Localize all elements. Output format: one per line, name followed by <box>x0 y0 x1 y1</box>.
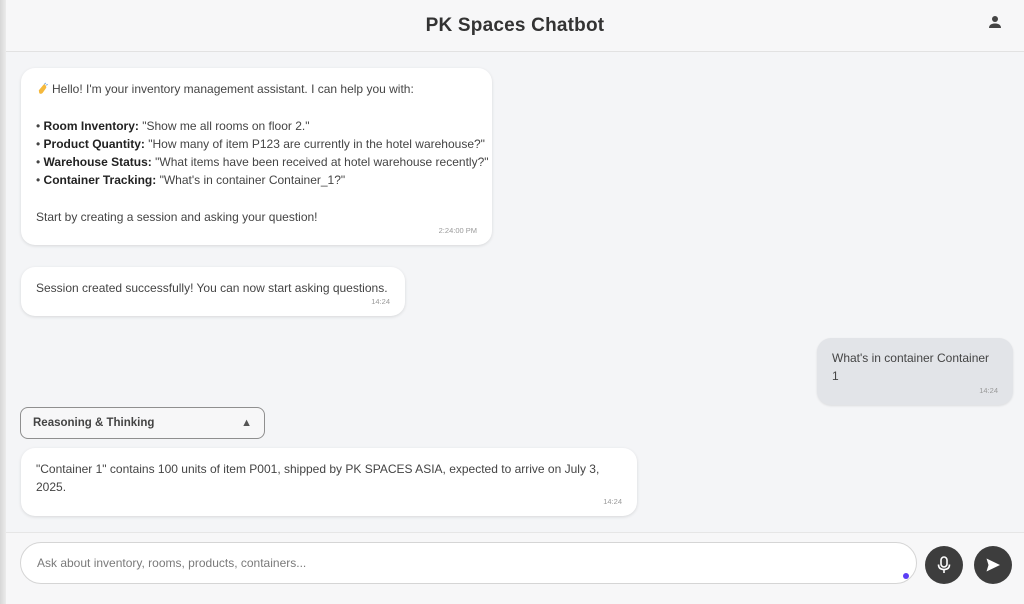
user-message: What's in container Container 1 14:24 <box>817 338 1013 405</box>
bot-answer-message: "Container 1" contains 100 units of item… <box>21 448 637 516</box>
capability-item: • Container Tracking: "What's in contain… <box>36 173 346 188</box>
user-message-text: What's in container Container 1 <box>832 351 990 384</box>
message-input[interactable] <box>20 542 917 584</box>
capability-item: • Product Quantity: "How many of item P1… <box>36 136 485 151</box>
reasoning-toggle-button[interactable]: Reasoning & Thinking ▲ <box>20 407 265 439</box>
welcome-intro-text: Hello! I'm your inventory management ass… <box>52 82 414 96</box>
message-timestamp: 14:24 <box>603 496 622 506</box>
answer-message-text: "Container 1" contains 100 units of item… <box>36 462 600 495</box>
microphone-button[interactable] <box>925 546 963 584</box>
user-icon[interactable] <box>988 15 1002 29</box>
app-header: PK Spaces Chatbot <box>6 0 1024 52</box>
bot-welcome-message: Hello! I'm your inventory management ass… <box>21 68 492 246</box>
message-timestamp: 14:24 <box>979 385 998 395</box>
welcome-outro-text: Start by creating a session and asking y… <box>36 210 318 225</box>
capability-item: • Room Inventory: "Show me all rooms on … <box>36 118 310 133</box>
bot-session-message: Session created successfully! You can no… <box>21 267 405 317</box>
capability-item: • Warehouse Status: "What items have bee… <box>36 155 489 170</box>
capability-label: Container Tracking: <box>43 173 157 188</box>
session-message-text: Session created successfully! You can no… <box>36 281 388 295</box>
chevron-up-icon: ▲ <box>241 417 252 429</box>
send-icon <box>986 558 1000 572</box>
capability-example: "How many of item P123 are currently in … <box>148 136 485 151</box>
page-title: PK Spaces Chatbot <box>425 14 605 36</box>
message-timestamp: 2:24:00 PM <box>438 226 477 236</box>
reasoning-label: Reasoning & Thinking <box>33 417 155 429</box>
capability-label: Product Quantity: <box>43 136 145 151</box>
send-button[interactable] <box>974 546 1012 584</box>
status-dot <box>903 573 909 579</box>
capability-label: Warehouse Status: <box>43 155 152 170</box>
welcome-intro-line: Hello! I'm your inventory management ass… <box>36 80 477 98</box>
message-input-bar <box>6 532 1024 604</box>
microphone-icon <box>937 556 951 573</box>
chat-messages[interactable]: Hello! I'm your inventory management ass… <box>6 52 1024 532</box>
waving-hand-icon <box>38 82 48 94</box>
capability-example: "Show me all rooms on floor 2." <box>142 118 310 133</box>
capability-example: "What's in container Container_1?" <box>159 173 346 188</box>
capability-label: Room Inventory: <box>43 118 139 133</box>
message-timestamp: 14:24 <box>371 297 390 307</box>
capability-example: "What items have been received at hotel … <box>155 155 489 170</box>
